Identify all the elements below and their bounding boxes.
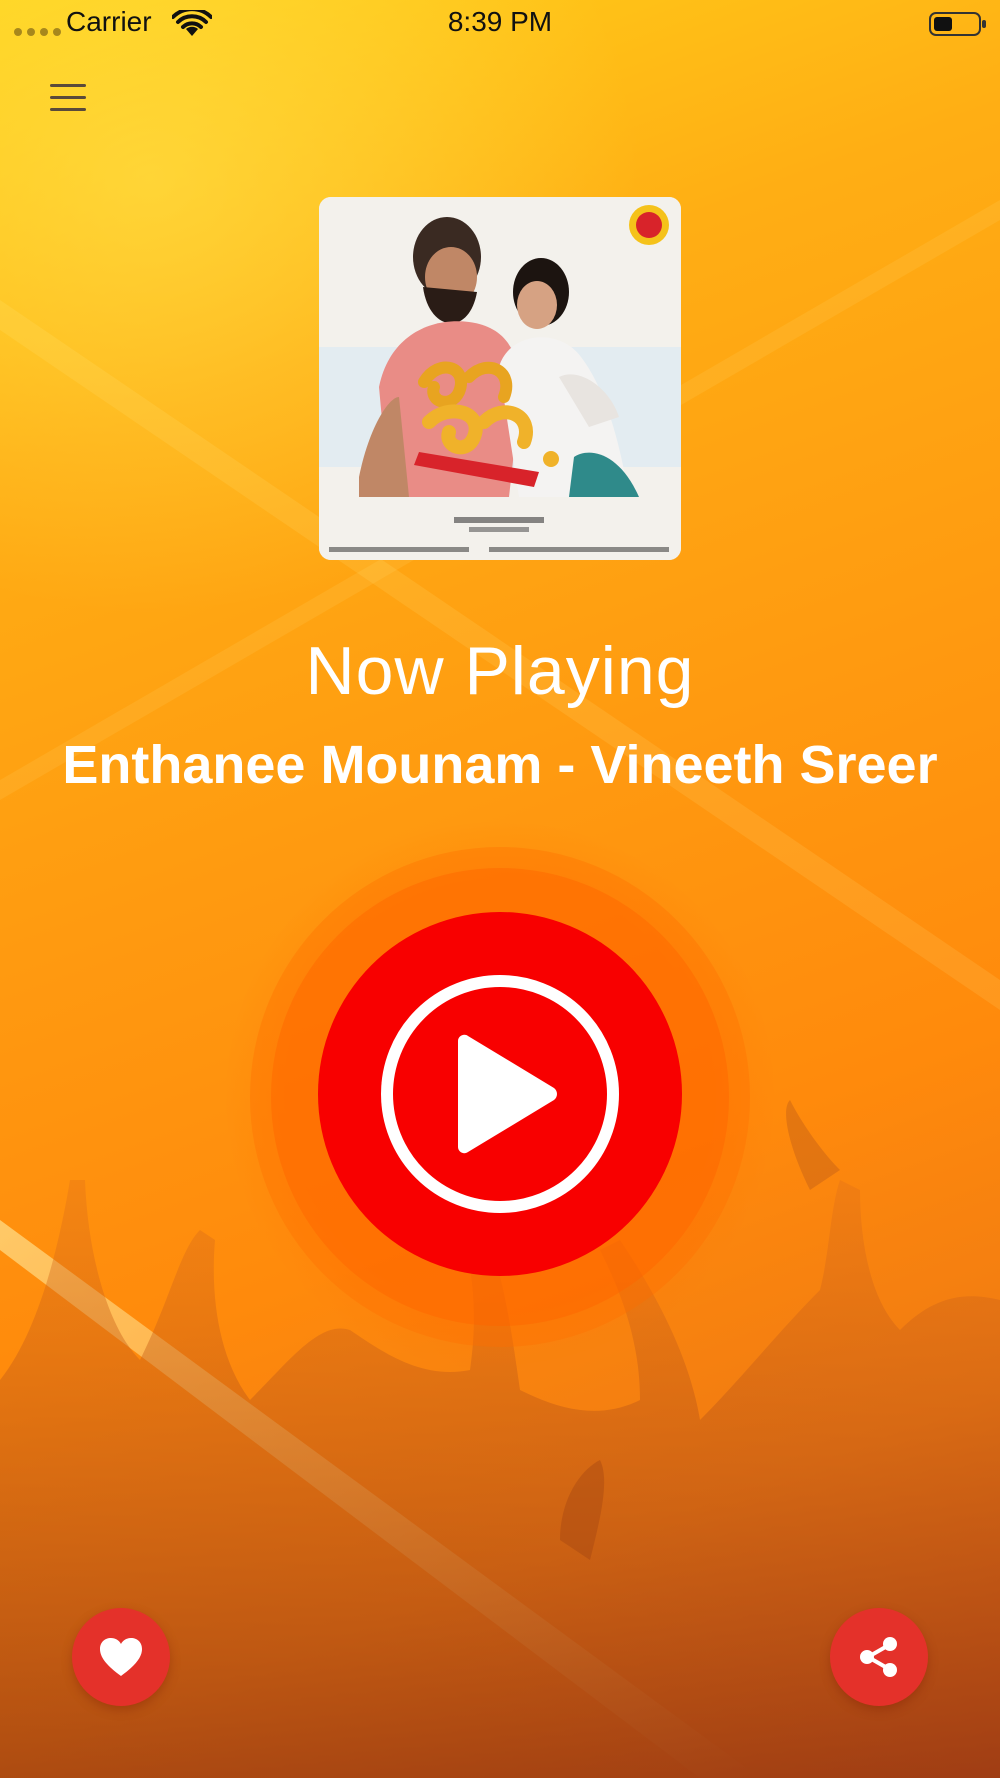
share-button[interactable] bbox=[830, 1608, 928, 1706]
share-icon bbox=[860, 1637, 897, 1677]
now-playing-heading: Now Playing bbox=[305, 633, 695, 709]
status-bar: Carrier 8:39 PM bbox=[0, 0, 1000, 48]
track-title: Enthanee Mounam - Vineeth Sreer bbox=[62, 735, 938, 795]
play-icon bbox=[381, 975, 619, 1213]
status-time: 8:39 PM bbox=[447, 6, 553, 37]
play-button[interactable] bbox=[318, 912, 682, 1276]
album-art bbox=[319, 197, 681, 560]
battery-icon bbox=[929, 12, 986, 36]
favorite-button[interactable] bbox=[72, 1608, 170, 1706]
hamburger-menu-icon[interactable] bbox=[44, 78, 92, 118]
heart-icon bbox=[100, 1638, 142, 1676]
album-art-image bbox=[319, 197, 681, 560]
